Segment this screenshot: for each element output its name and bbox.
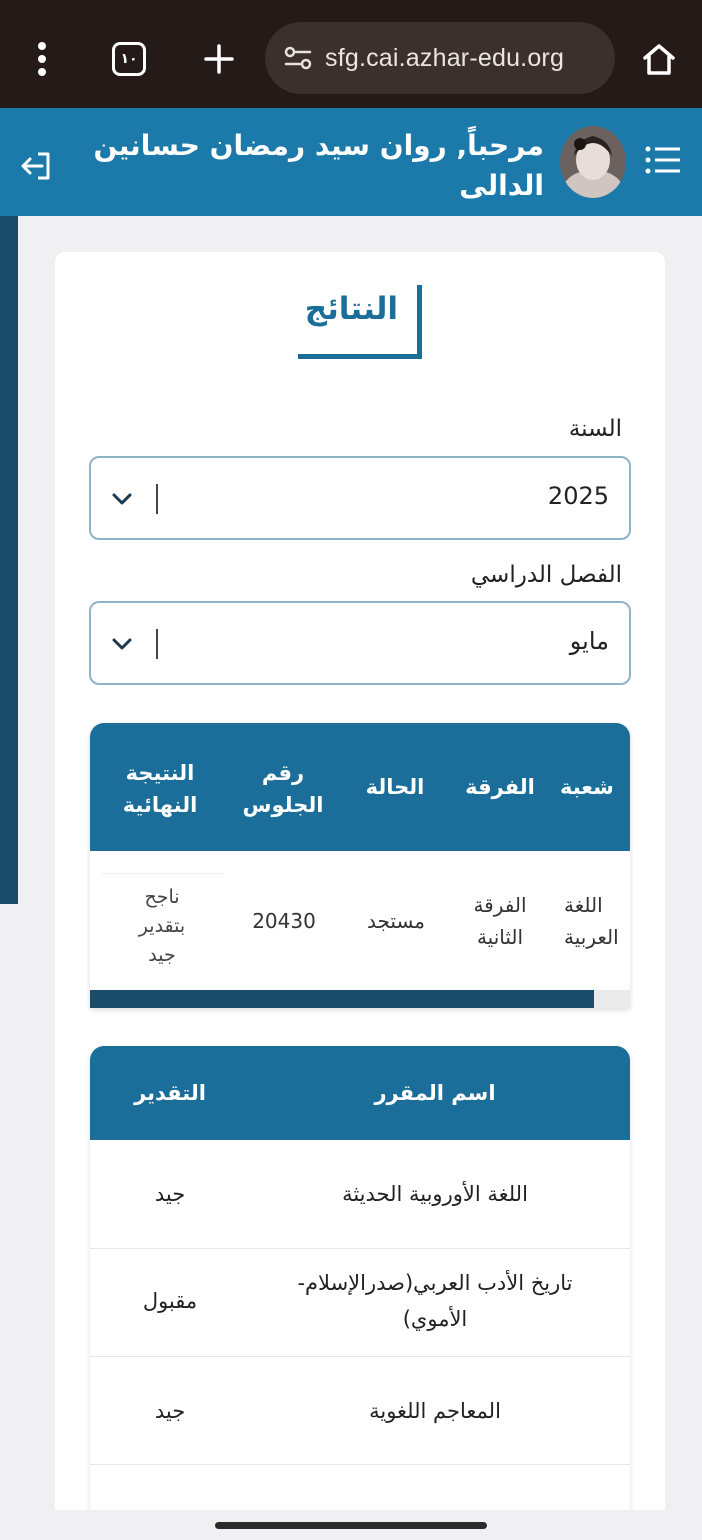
year-select[interactable]: 2025	[89, 456, 631, 540]
page-title: النتائج	[304, 291, 398, 327]
cell-divider	[102, 873, 224, 874]
header-division: شعبة	[560, 775, 614, 799]
cell-division-line2: العربية	[564, 925, 619, 949]
table-row: اللغة الأوروبية الحديثة جيد	[90, 1140, 630, 1248]
year-value: 2025	[547, 482, 609, 510]
site-settings-icon[interactable]	[281, 41, 315, 75]
course-grade: جيد	[154, 1399, 186, 1423]
course-grade: جيد	[154, 1182, 186, 1206]
sidebar-strip	[0, 216, 18, 904]
cell-division-line1: اللغة	[564, 893, 603, 917]
scrollbar-thumb[interactable]	[90, 990, 594, 1008]
term-label: الفصل الدراسي	[470, 562, 622, 588]
title-accent-horizontal	[298, 354, 422, 359]
header-grade: التقدير	[134, 1081, 206, 1105]
cell-status: مستجد	[367, 909, 425, 933]
chevron-down-icon[interactable]	[111, 633, 133, 655]
term-value: مايو	[569, 627, 609, 655]
home-button[interactable]	[628, 24, 690, 94]
user-photo-icon	[560, 126, 626, 198]
header-status: الحالة	[365, 775, 425, 799]
cell-level-line2: الثانية	[476, 925, 524, 949]
new-tab-button[interactable]	[190, 24, 248, 94]
courses-table-header: اسم المقرر التقدير	[90, 1046, 630, 1140]
logout-icon[interactable]	[16, 146, 56, 186]
cell-level: الفرقة الثانية	[452, 889, 548, 953]
course-name-line1: تاريخ الأدب العربي(صدرالإسلام-	[297, 1271, 573, 1295]
cell-level-line1: الفرقة	[473, 893, 527, 917]
header-seat-line2: الجلوس	[242, 793, 324, 817]
term-select[interactable]: مايو	[89, 601, 631, 685]
menu-icon[interactable]	[643, 140, 683, 180]
course-grade: مقبول	[142, 1289, 198, 1313]
courses-table: اسم المقرر التقدير اللغة الأوروبية الحدي…	[90, 1046, 630, 1516]
horizontal-scrollbar[interactable]	[90, 990, 630, 1008]
tab-count-badge: ١٠	[112, 42, 146, 76]
header-final-line1: النتيجة	[125, 761, 195, 785]
header-final-line2: النهائية	[122, 793, 198, 817]
cell-final-line2: بتقدير	[138, 915, 186, 937]
chevron-down-icon[interactable]	[111, 488, 133, 510]
header-seat-number: رقم الجلوس	[228, 757, 338, 821]
page-title-frame: النتائج	[298, 285, 422, 359]
year-label: السنة	[568, 416, 622, 442]
home-icon	[643, 44, 675, 75]
welcome-text: مرحباً, روان سيد رمضان حسانين الدالى	[93, 129, 544, 202]
select-separator	[156, 484, 158, 514]
table-row: المعاجم اللغوية جيد	[90, 1356, 630, 1464]
header-course-name: اسم المقرر	[374, 1081, 496, 1105]
cell-final-line1: ناجح	[144, 886, 180, 908]
plus-icon	[204, 44, 234, 74]
course-name-line2: الأموي)	[402, 1307, 468, 1331]
results-table[interactable]: شعبة الفرقة الحالة رقم الجلوس النتيجة ال…	[90, 723, 630, 1008]
header-final-result: النتيجة النهائية	[100, 757, 220, 821]
course-name: المعاجم اللغوية	[260, 1393, 610, 1429]
table-row: تاريخ الأدب العربي(صدرالإسلام- الأموي) م…	[90, 1248, 630, 1356]
more-vertical-icon	[38, 42, 46, 76]
browser-menu-button[interactable]	[18, 24, 66, 94]
table-row-partial	[90, 1464, 630, 1516]
results-table-header: شعبة الفرقة الحالة رقم الجلوس النتيجة ال…	[90, 723, 630, 851]
course-name-line1: المعاجم اللغوية	[369, 1399, 501, 1423]
browser-toolbar: ١٠ sfg.cai.azhar-edu.org	[0, 0, 702, 108]
address-bar[interactable]: sfg.cai.azhar-edu.org	[265, 22, 615, 94]
cell-seat-number: 20430	[252, 909, 316, 933]
cell-final-line3: جيد	[148, 944, 176, 966]
title-accent-vertical	[417, 285, 422, 357]
select-separator	[156, 629, 158, 659]
course-name-line1: اللغة الأوروبية الحديثة	[342, 1182, 528, 1206]
gesture-home-indicator[interactable]	[215, 1522, 487, 1529]
avatar[interactable]	[560, 126, 626, 198]
cell-division: اللغة العربية	[564, 889, 630, 953]
course-name: تاريخ الأدب العربي(صدرالإسلام- الأموي)	[260, 1265, 610, 1337]
header-level: الفرقة	[465, 775, 535, 799]
tab-switcher-button[interactable]: ١٠	[100, 24, 158, 94]
course-name: اللغة الأوروبية الحديثة	[260, 1176, 610, 1212]
url-text: sfg.cai.azhar-edu.org	[325, 43, 565, 72]
cell-final-result: ناجح بتقدير جيد	[102, 883, 222, 970]
header-seat-line1: رقم	[261, 761, 305, 785]
